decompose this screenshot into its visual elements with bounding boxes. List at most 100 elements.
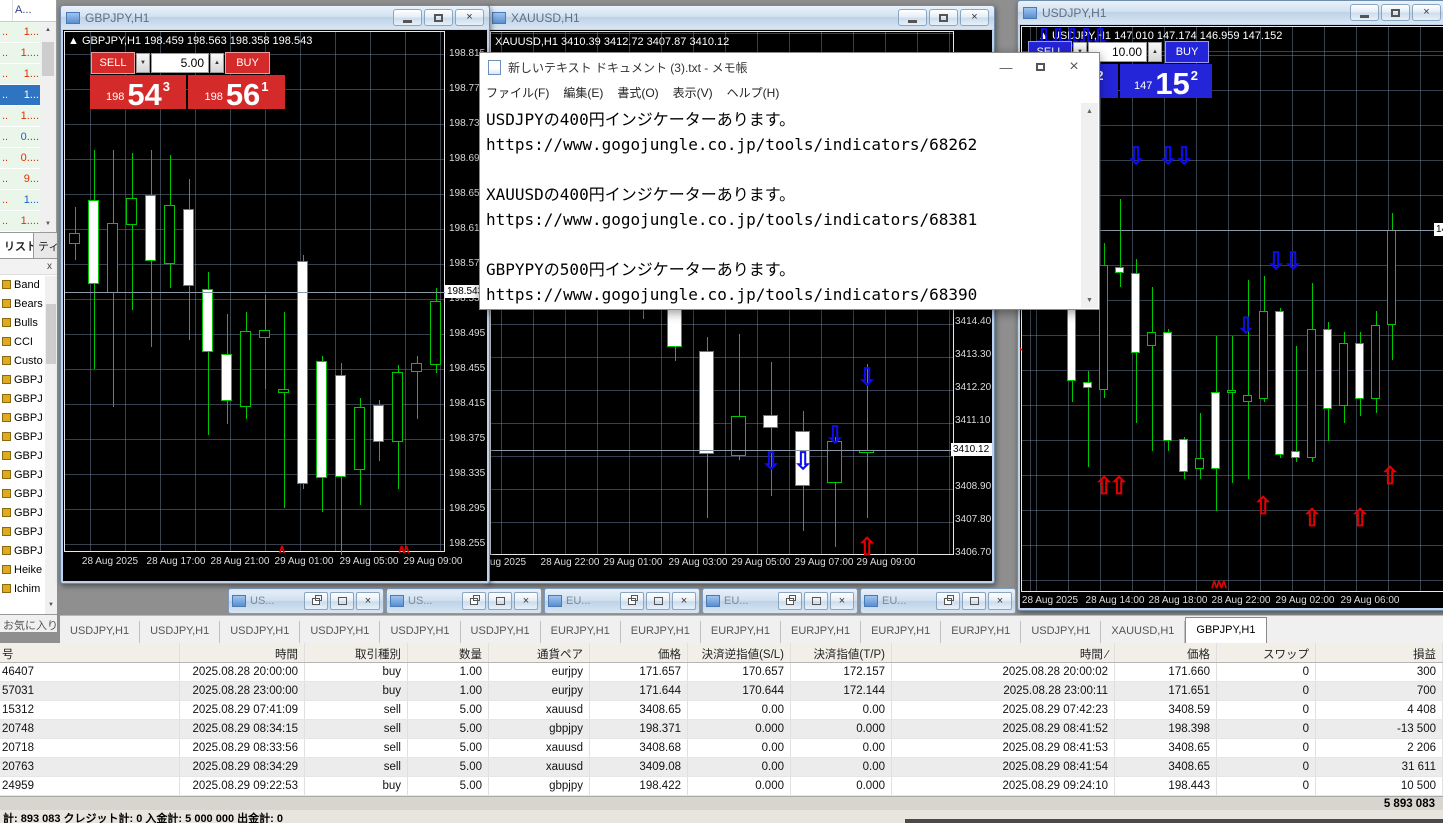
chart-gbpjpy[interactable]: ▲ GBPJPY,H1 198.459 198.563 198.358 198.… — [63, 30, 487, 581]
market-watch-row[interactable]: .. 1... — [0, 64, 41, 85]
minimized-window-0[interactable]: US... × — [228, 588, 384, 614]
volume-input[interactable] — [151, 53, 209, 73]
column-header[interactable]: 損益 — [1316, 643, 1443, 662]
maximize-button[interactable] — [1023, 55, 1057, 79]
minimize-button[interactable] — [898, 9, 927, 26]
notepad-menu-item[interactable]: 書式(O) — [617, 84, 658, 101]
favorites-tab[interactable]: お気に入り — [0, 614, 57, 632]
market-watch-header[interactable]: A... — [0, 0, 56, 22]
market-watch-row[interactable]: .. 1.... — [0, 106, 41, 127]
buy-button[interactable]: BUY — [225, 52, 270, 74]
scroll-up-icon[interactable]: ▲ — [40, 22, 56, 38]
table-row[interactable]: 15312 2025.08.29 07:41:09 sell 5.00 xauusd 34… — [0, 701, 1443, 720]
chart-tab-usdjpyh1-1[interactable]: USDJPY,H1 — [140, 621, 221, 643]
chart-tab-eurjpyh1-7[interactable]: EURJPY,H1 — [621, 621, 701, 643]
notepad-menu-item[interactable]: 表示(V) — [673, 84, 713, 101]
chart-tab-eurjpyh1-9[interactable]: EURJPY,H1 — [781, 621, 862, 643]
buy-price[interactable]: 198 56 1 — [188, 75, 285, 110]
column-header[interactable]: 取引種別 — [305, 643, 408, 662]
minimize-button[interactable]: — — [989, 55, 1023, 79]
buy-button[interactable]: BUY — [1165, 41, 1209, 63]
chart-tab-eurjpyh1-6[interactable]: EURJPY,H1 — [541, 621, 621, 643]
maximize-button[interactable] — [929, 9, 958, 26]
maximize-button[interactable] — [424, 9, 453, 26]
chart-tab-usdjpyh1-2[interactable]: USDJPY,H1 — [220, 621, 301, 643]
notepad-text-area[interactable]: USDJPYの400円インジケーターあります。 https://www.gogoj… — [481, 103, 1081, 308]
market-watch-row[interactable]: .. 0.... — [0, 148, 41, 169]
notepad-titlebar[interactable]: 新しいテキスト ドキュメント (3).txt - メモ帳 — × — [480, 53, 1099, 81]
market-watch-row[interactable]: .. 1.... — [0, 43, 41, 64]
maximize-button[interactable] — [646, 592, 670, 610]
close-button[interactable]: × — [1057, 55, 1091, 79]
market-watch-row[interactable]: .. 1... — [0, 85, 41, 106]
chart-tab-eurjpyh1-11[interactable]: EURJPY,H1 — [941, 621, 1022, 643]
restore-button[interactable] — [778, 592, 802, 610]
close-button[interactable]: × — [514, 592, 538, 610]
titlebar-usdjpy[interactable]: USDJPY,H1 × — [1018, 1, 1443, 24]
close-icon[interactable]: x — [42, 261, 57, 272]
maximize-button[interactable] — [1381, 4, 1410, 21]
notepad-menu-item[interactable]: ファイル(F) — [486, 84, 549, 101]
minimized-window-2[interactable]: EU... × — [544, 588, 700, 614]
column-header[interactable]: 数量 — [408, 643, 489, 662]
restore-button[interactable] — [304, 592, 328, 610]
column-header[interactable]: 決済逆指値(S/L) — [688, 643, 791, 662]
maximize-button[interactable] — [962, 592, 986, 610]
chart-tab-usdjpyh1-5[interactable]: USDJPY,H1 — [461, 621, 541, 643]
table-row[interactable]: 20718 2025.08.29 08:33:56 sell 5.00 xauusd 34… — [0, 739, 1443, 758]
chart-tab-usdjpyh1-4[interactable]: USDJPY,H1 — [380, 621, 461, 643]
titlebar-xauusd[interactable]: XAUUSD,H1 × — [487, 6, 994, 29]
table-row[interactable]: 24959 2025.08.29 09:22:53 buy 5.00 gbpjpy 198… — [0, 777, 1443, 796]
scroll-down-icon[interactable]: ▼ — [45, 597, 57, 613]
market-watch-row[interactable]: .. 1... — [0, 22, 41, 43]
close-button[interactable]: × — [960, 9, 989, 26]
restore-button[interactable] — [936, 592, 960, 610]
sell-button[interactable]: SELL — [91, 52, 135, 74]
minimize-button[interactable] — [1350, 4, 1379, 21]
table-row[interactable]: 57031 2025.08.28 23:00:00 buy 1.00 eurjpy 171… — [0, 682, 1443, 701]
maximize-button[interactable] — [488, 592, 512, 610]
chart-tab-gbpjpyh1-14[interactable]: GBPJPY,H1 — [1185, 617, 1267, 643]
scroll-down-icon[interactable]: ▼ — [1081, 292, 1098, 308]
chart-tab-eurjpyh1-8[interactable]: EURJPY,H1 — [701, 621, 781, 643]
scroll-up-icon[interactable]: ▲ — [1081, 103, 1098, 119]
minimized-window-1[interactable]: US... × — [386, 588, 542, 614]
volume-increase-button[interactable]: ▲ — [210, 53, 224, 73]
maximize-button[interactable] — [330, 592, 354, 610]
volume-increase-button[interactable]: ▲ — [1148, 42, 1162, 62]
market-watch-row[interactable]: .. 1... — [0, 190, 41, 211]
window-gbpjpy[interactable]: GBPJPY,H1 × ▲ GBPJPY,H1 198.459 198.563 … — [60, 5, 490, 584]
market-watch-tab-tick[interactable]: ティ — [34, 233, 57, 258]
market-watch-row[interactable]: .. 9... — [0, 169, 41, 190]
notepad-window[interactable]: 新しいテキスト ドキュメント (3).txt - メモ帳 — × ファイル(F)… — [479, 52, 1100, 310]
minimize-button[interactable] — [393, 9, 422, 26]
column-header[interactable]: 決済指値(T/P) — [791, 643, 892, 662]
column-header[interactable]: 時間 — [180, 643, 305, 662]
notepad-menu-item[interactable]: 編集(E) — [563, 84, 603, 101]
table-row[interactable]: 46407 2025.08.28 20:00:00 buy 1.00 eurjpy 171… — [0, 663, 1443, 682]
close-button[interactable]: × — [988, 592, 1012, 610]
close-button[interactable]: × — [455, 9, 484, 26]
notepad-menu-item[interactable]: ヘルプ(H) — [727, 84, 780, 101]
table-row[interactable]: 20748 2025.08.29 08:34:15 sell 5.00 gbpjpy 19… — [0, 720, 1443, 739]
chart-tab-usdjpyh1-12[interactable]: USDJPY,H1 — [1021, 621, 1102, 643]
close-button[interactable]: × — [356, 592, 380, 610]
volume-decrease-button[interactable]: ▼ — [136, 53, 150, 73]
close-button[interactable]: × — [830, 592, 854, 610]
navigator-scrollbar[interactable]: ▼ — [45, 276, 57, 614]
minimized-window-3[interactable]: EU... × — [702, 588, 858, 614]
chart-tab-eurjpyh1-10[interactable]: EURJPY,H1 — [861, 621, 942, 643]
table-row[interactable]: 20763 2025.08.29 08:34:29 sell 5.00 xauusd 34… — [0, 758, 1443, 777]
column-header[interactable]: 価格 — [1115, 643, 1217, 662]
column-header[interactable]: 時間 ∕ — [892, 643, 1115, 662]
close-button[interactable]: × — [672, 592, 696, 610]
column-header[interactable]: 価格 — [590, 643, 688, 662]
maximize-button[interactable] — [804, 592, 828, 610]
minimized-window-4[interactable]: EU... × — [860, 588, 1016, 614]
chart-tab-usdjpyh1-3[interactable]: USDJPY,H1 — [300, 621, 381, 643]
notepad-scrollbar[interactable]: ▲ ▼ — [1081, 103, 1098, 308]
market-watch-scrollbar[interactable]: ▲ ▼ — [40, 22, 56, 232]
column-header[interactable]: スワップ — [1217, 643, 1316, 662]
restore-button[interactable] — [462, 592, 486, 610]
sell-price[interactable]: 198 54 3 — [90, 75, 186, 110]
